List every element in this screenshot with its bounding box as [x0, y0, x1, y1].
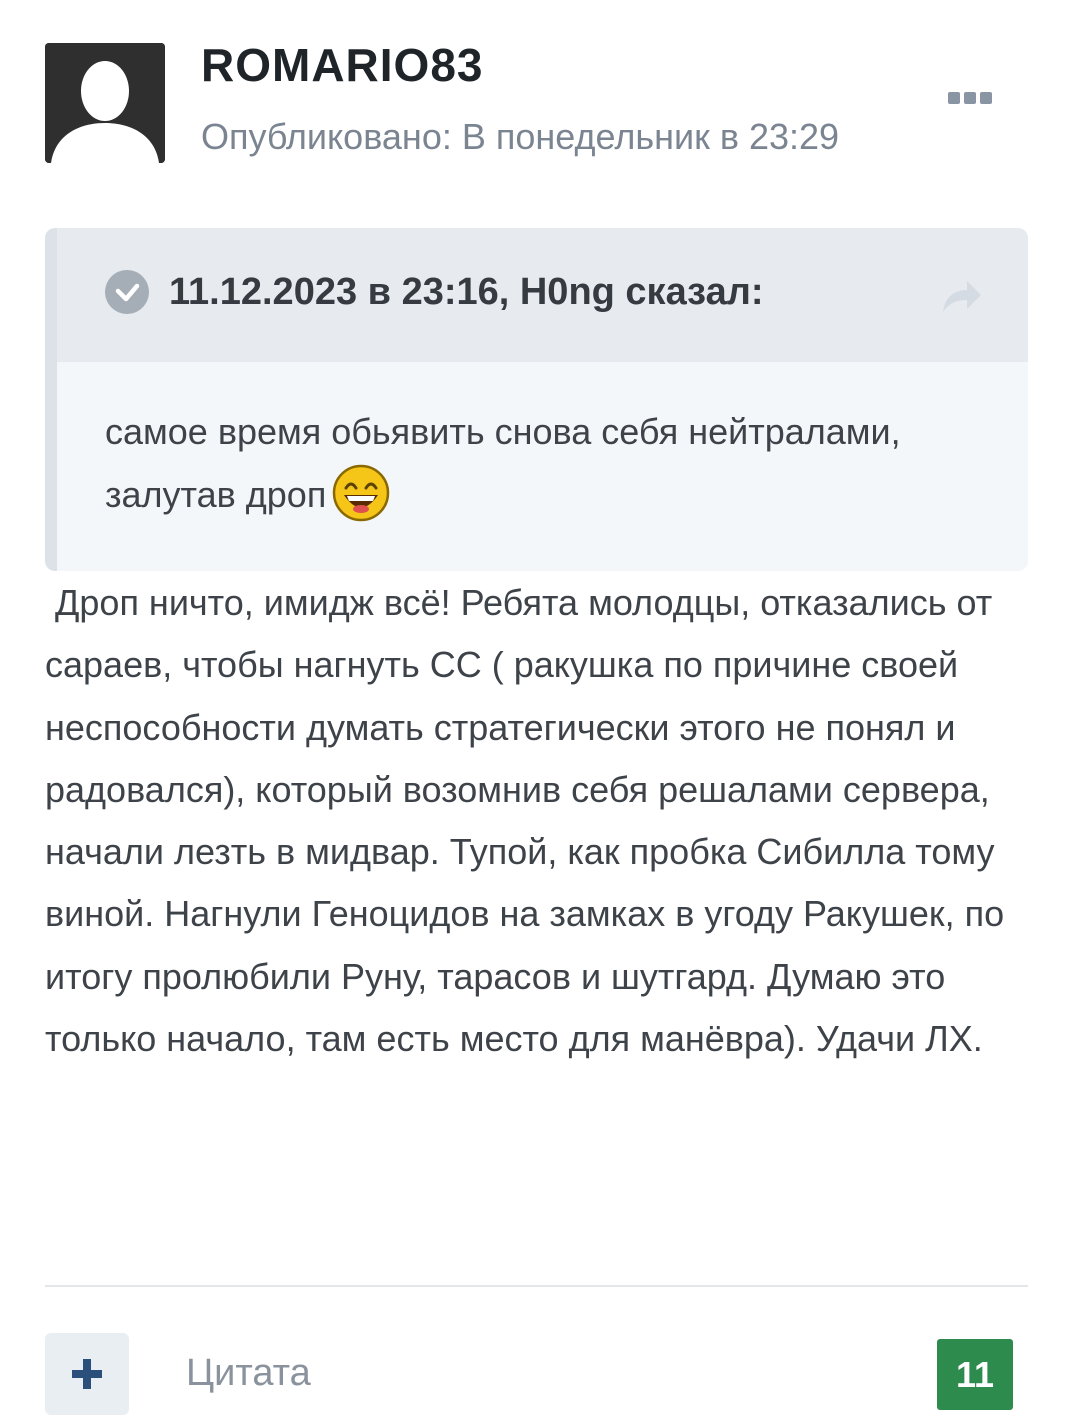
- divider: [45, 1285, 1028, 1287]
- user-silhouette-icon: [45, 43, 165, 163]
- quote-button[interactable]: Цитата: [186, 1352, 311, 1395]
- quote-citation: 11.12.2023 в 23:16, H0ng сказал:: [169, 271, 764, 313]
- more-dots-icon: [964, 92, 976, 104]
- post-body-text: Дроп ничто, имидж всё! Ребята молодцы, о…: [45, 582, 1015, 1060]
- quote-block: 11.12.2023 в 23:16, H0ng сказал: самое в…: [45, 228, 1028, 571]
- quote-header: 11.12.2023 в 23:16, H0ng сказал:: [57, 228, 1028, 362]
- author-name[interactable]: ROMARIO83: [201, 38, 483, 92]
- reputation-badge: 11: [937, 1339, 1013, 1410]
- plus-icon: [72, 1359, 102, 1389]
- more-dots-icon: [980, 92, 992, 104]
- check-circle-icon[interactable]: [105, 270, 149, 314]
- post-date: Опубликовано: В понедельник в 23:29: [201, 116, 840, 157]
- more-dots-icon: [948, 92, 960, 104]
- laughing-smiley-icon: [332, 464, 390, 522]
- more-options-button[interactable]: [942, 84, 998, 112]
- share-arrow-icon[interactable]: [939, 276, 983, 316]
- add-reaction-button[interactable]: [45, 1333, 129, 1415]
- quote-text-container: самое время обьявить снова себя нейтрала…: [105, 400, 985, 526]
- quote-text: самое время обьявить снова себя нейтрала…: [105, 411, 901, 515]
- avatar[interactable]: [45, 43, 165, 163]
